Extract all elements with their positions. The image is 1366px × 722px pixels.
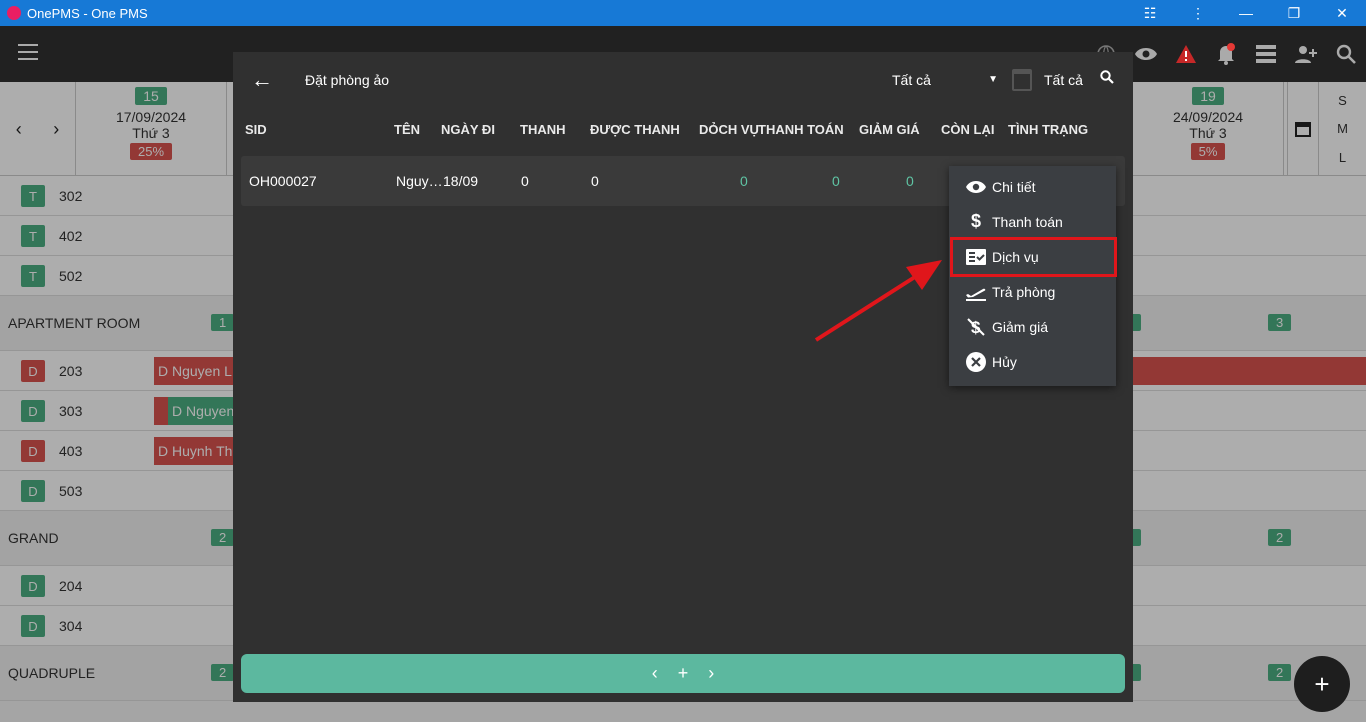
cell-discount: 0 (906, 173, 914, 189)
menu-item-label: Thanh toán (992, 213, 1063, 230)
eye-icon (965, 176, 987, 198)
highlight-box (950, 237, 1117, 277)
pagination-bar: ‹ + › (241, 654, 1125, 693)
column-header-service[interactable]: DỎCH VỤ (699, 122, 759, 137)
menu-item-cancel[interactable]: Hủy (949, 344, 1116, 379)
column-header-discount[interactable]: GIẢM GIÁ (859, 122, 920, 137)
menu-item-label: Giảm giá (992, 318, 1049, 335)
column-header-duoc-thanh[interactable]: ĐƯỢC THANH (590, 122, 680, 137)
more-options-icon[interactable]: ⋮ (1174, 0, 1222, 26)
dropdown-caret-icon: ▼ (988, 74, 998, 85)
menu-item-discount[interactable]: $ Giảm giá (949, 309, 1116, 344)
menu-item-label: Chi tiết (992, 178, 1036, 195)
money-off-icon: $ (965, 316, 987, 338)
list-view-icon[interactable] (1246, 34, 1286, 74)
cell-departure: 18/09 (443, 173, 479, 189)
date-filter-value[interactable]: Tất cả (1044, 72, 1083, 88)
status-filter-value: Tất cả (892, 72, 931, 88)
warning-icon[interactable] (1166, 34, 1206, 74)
cancel-icon (965, 351, 987, 373)
cell-name: Nguy… (396, 173, 443, 189)
cell-payment: 0 (832, 173, 840, 189)
column-header-remaining[interactable]: CÒN LẠI (941, 122, 994, 137)
dialog-header: ← Đặt phòng ảo Tất cả ▼ Tất cả (233, 52, 1133, 108)
window-titlebar: OnePMS - One PMS ☷ ⋮ — ❐ ✕ (0, 0, 1366, 26)
calendar-filter-icon[interactable] (1012, 69, 1032, 91)
back-arrow-icon[interactable]: ← (251, 68, 275, 92)
annotation-arrow-icon (814, 260, 942, 342)
column-header-sid[interactable]: SID (245, 122, 267, 137)
column-header-thanh[interactable]: THANH (520, 122, 566, 137)
cell-duoc-thanh: 0 (591, 173, 599, 189)
next-page-button[interactable]: › (708, 663, 714, 684)
window-title: OnePMS - One PMS (27, 5, 148, 21)
menu-item-payment[interactable]: $ Thanh toán (949, 204, 1116, 239)
maximize-button[interactable]: ❐ (1270, 0, 1318, 26)
status-filter-select[interactable]: Tất cả ▼ (892, 72, 998, 88)
flight-takeoff-icon (965, 281, 987, 303)
hamburger-menu-icon[interactable] (18, 44, 38, 62)
cell-thanh: 0 (521, 173, 529, 189)
cell-sid: OH000027 (249, 173, 317, 189)
menu-item-details[interactable]: Chi tiết (949, 169, 1116, 204)
column-header-departure[interactable]: NGÀY ĐI (441, 122, 495, 137)
menu-item-label: Trả phòng (992, 283, 1056, 300)
prev-page-button[interactable]: ‹ (652, 663, 658, 684)
column-header-payment[interactable]: THANH TOÁN (758, 122, 844, 137)
translate-icon[interactable]: ☷ (1126, 0, 1174, 26)
notification-bell-icon[interactable] (1206, 34, 1246, 74)
dollar-icon: $ (970, 211, 981, 231)
cell-service: 0 (740, 173, 748, 189)
close-button[interactable]: ✕ (1318, 0, 1366, 26)
minimize-button[interactable]: — (1222, 0, 1270, 26)
column-header-name[interactable]: TÊN (394, 122, 420, 137)
menu-item-label: Hủy (992, 353, 1017, 370)
search-icon[interactable] (1326, 34, 1366, 74)
dialog-title: Đặt phòng ảo (305, 72, 390, 88)
add-booking-button[interactable]: + (678, 663, 689, 684)
app-logo-icon (7, 6, 21, 20)
menu-item-checkout[interactable]: Trả phòng (949, 274, 1116, 309)
add-user-icon[interactable] (1286, 34, 1326, 74)
add-fab-button[interactable]: + (1294, 656, 1350, 712)
search-icon[interactable] (1100, 70, 1114, 89)
column-header-status[interactable]: TÌNH TRẠNG (1008, 122, 1088, 137)
